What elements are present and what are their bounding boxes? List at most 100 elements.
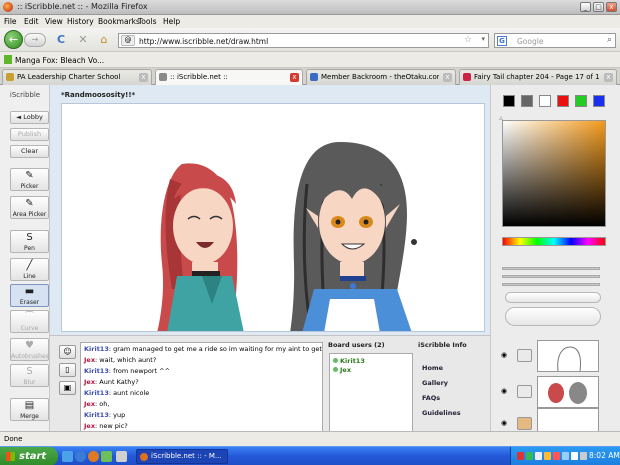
reload-icon[interactable]: C: [54, 33, 68, 47]
back-button[interactable]: ←: [4, 30, 23, 49]
palette-swatch[interactable]: [593, 95, 605, 107]
tray-icon[interactable]: [517, 452, 524, 460]
bookmark-star-icon[interactable]: ☆: [464, 35, 472, 45]
close-tab-icon[interactable]: x: [290, 73, 299, 82]
maximize-button[interactable]: □: [593, 2, 604, 12]
tool-blur-button[interactable]: S Blur: [10, 364, 49, 387]
tool-label: Line: [23, 273, 36, 280]
lobby-button[interactable]: ◄ Lobby: [10, 111, 49, 124]
start-button[interactable]: start: [0, 447, 58, 465]
board-user[interactable]: Kirit13: [333, 357, 365, 365]
chat-log[interactable]: Kirit13: gram managed to get me a ride s…: [80, 342, 323, 432]
hue-slider[interactable]: [502, 237, 606, 246]
stop-icon[interactable]: ✕: [76, 33, 90, 47]
menu-bookmarks[interactable]: Bookmarks: [98, 17, 140, 26]
brush-shape-pill[interactable]: [505, 307, 601, 326]
info-link-home[interactable]: Home: [422, 364, 443, 372]
lock-icon[interactable]: ▣: [59, 381, 76, 395]
url-text[interactable]: http://www.iscribble.net/draw.html: [139, 37, 268, 46]
tab-fairy-tail[interactable]: Fairy Tail chapter 204 - Page 17 of 19 x: [459, 69, 617, 85]
info-link-guidelines[interactable]: Guidelines: [422, 409, 461, 417]
tool-pen-button[interactable]: S Pen: [10, 230, 49, 253]
tool-picker-button[interactable]: ✎ Picker: [10, 168, 49, 191]
minimize-button[interactable]: _: [580, 2, 591, 12]
home-icon[interactable]: ⌂: [97, 33, 111, 47]
palette-swatch[interactable]: [503, 95, 515, 107]
quicklaunch-ie-icon[interactable]: [75, 451, 86, 462]
layer-lock-icon[interactable]: [517, 417, 532, 430]
menu-history[interactable]: History: [67, 17, 94, 26]
firefox-icon: [3, 2, 13, 12]
tray-icon[interactable]: [580, 452, 587, 460]
close-tab-icon[interactable]: x: [139, 73, 148, 82]
tool-eraser-button[interactable]: ▬ Eraser: [10, 284, 49, 307]
menu-tools[interactable]: Tools: [138, 17, 156, 26]
layer-lock-icon[interactable]: [517, 349, 532, 362]
palette-swatch[interactable]: [575, 95, 587, 107]
forward-button[interactable]: →: [24, 33, 46, 47]
menu-view[interactable]: View: [45, 17, 63, 26]
clear-button[interactable]: Clear: [10, 145, 49, 158]
palette-swatch[interactable]: [557, 95, 569, 107]
tool-autobrushes-button[interactable]: ♥ Autobrushes: [10, 338, 49, 361]
quicklaunch-media-icon[interactable]: [101, 451, 112, 462]
layer-visibility-icon[interactable]: ◉: [501, 419, 511, 427]
bookmark-item[interactable]: Manga Fox: Bleach Vo...: [15, 56, 104, 65]
tab-leadership[interactable]: PA Leadership Charter School x: [2, 69, 152, 85]
menu-edit[interactable]: Edit: [24, 17, 39, 26]
address-bar[interactable]: @ http://www.iscribble.net/draw.html ☆ ▾: [118, 33, 489, 48]
info-link-gallery[interactable]: Gallery: [422, 379, 448, 387]
flow-slider[interactable]: [502, 283, 600, 286]
quicklaunch-more-icon[interactable]: [116, 451, 127, 462]
layer-visibility-icon[interactable]: ◉: [501, 387, 511, 395]
publish-button[interactable]: Publish: [10, 128, 49, 141]
smiley-icon[interactable]: ☺: [59, 345, 76, 359]
search-box[interactable]: G Google ⌕: [494, 33, 616, 48]
chat-username: Jex: [84, 356, 96, 364]
tool-line-button[interactable]: ╱ Line: [10, 258, 49, 281]
site-identity-icon[interactable]: @: [121, 35, 135, 46]
menu-file[interactable]: File: [4, 17, 17, 26]
close-tab-icon[interactable]: x: [443, 73, 452, 82]
tray-icon[interactable]: [544, 452, 551, 460]
chat-text: : Aunt Kathy?: [95, 378, 139, 386]
palette-swatch[interactable]: [521, 95, 533, 107]
palette-swatch[interactable]: [539, 95, 551, 107]
menu-help[interactable]: Help: [163, 17, 180, 26]
tray-icon[interactable]: [553, 452, 560, 460]
tray-icon[interactable]: [526, 452, 533, 460]
layer-visibility-icon[interactable]: ◉: [501, 351, 511, 359]
board-user[interactable]: Jex: [333, 366, 351, 374]
info-link-faqs[interactable]: FAQs: [422, 394, 440, 402]
url-dropdown-icon[interactable]: ▾: [481, 35, 485, 43]
search-icon[interactable]: ⌕: [607, 35, 612, 45]
note-icon[interactable]: ▯: [59, 363, 76, 377]
google-icon[interactable]: G: [497, 36, 507, 46]
tray-icon[interactable]: [562, 452, 569, 460]
quicklaunch-desktop-icon[interactable]: [62, 451, 73, 462]
status-bar: Done: [0, 431, 620, 446]
layer-lock-icon[interactable]: [517, 385, 532, 398]
board-users-title: Board users (2): [328, 341, 385, 349]
close-tab-icon[interactable]: x: [604, 73, 613, 82]
taskbar-firefox-item[interactable]: iScribble.net :: - M...: [136, 449, 228, 464]
brush-preview-pill[interactable]: [505, 292, 601, 303]
opacity-slider[interactable]: [502, 275, 600, 278]
layer-row[interactable]: ◉: [501, 375, 613, 409]
tray-icon[interactable]: [571, 452, 578, 460]
drawing-canvas[interactable]: [61, 103, 485, 332]
tab-otaku[interactable]: Member Backroom - theOtaku.com x: [306, 69, 456, 85]
size-slider[interactable]: [502, 267, 600, 270]
tab-iscribble[interactable]: :: iScribble.net :: x: [155, 69, 303, 86]
color-saturation-picker[interactable]: [502, 120, 606, 227]
search-placeholder[interactable]: Google: [517, 37, 543, 46]
tray-icon[interactable]: [535, 452, 542, 460]
close-window-button[interactable]: x: [606, 2, 617, 12]
chat-text: : wait, which aunt?: [95, 356, 157, 364]
chat-text: : gram managed to get me a ride so im wa…: [108, 345, 322, 353]
tool-merge-button[interactable]: ▤ Merge: [10, 398, 49, 421]
tool-curve-button[interactable]: ⁀ Curve: [10, 310, 49, 333]
quicklaunch-firefox-icon[interactable]: [88, 451, 99, 462]
layer-row[interactable]: ◉: [501, 339, 613, 373]
tool-area-picker-button[interactable]: ✎ Area Picker: [10, 196, 49, 219]
